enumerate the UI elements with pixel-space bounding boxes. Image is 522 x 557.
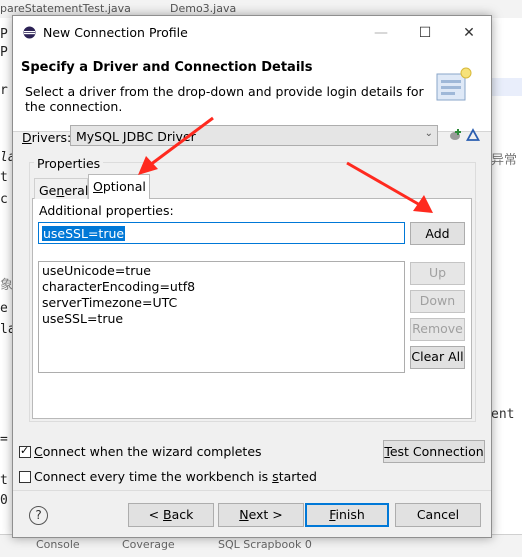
dialog-title: New Connection Profile: [43, 25, 188, 40]
line-highlight: [490, 78, 522, 96]
eclipse-icon: [23, 26, 36, 39]
code-fragment: r: [0, 83, 8, 98]
editor-tab[interactable]: pareStatementTest.java: [0, 2, 131, 15]
maximize-button[interactable]: ☐: [403, 16, 447, 49]
edit-driver-icon[interactable]: [466, 128, 480, 142]
code-fragment: P: [0, 27, 8, 42]
add-button[interactable]: Add: [410, 222, 465, 245]
list-item[interactable]: characterEncoding=utf8: [42, 279, 401, 295]
title-bar: New Connection Profile — ☐ ✕: [13, 16, 491, 49]
tab-general[interactable]: General: [34, 178, 88, 199]
code-fragment: e: [0, 301, 8, 316]
test-connection-button[interactable]: Test Connection: [383, 440, 485, 463]
chevron-down-icon: ⌄: [424, 128, 433, 139]
help-icon[interactable]: ?: [29, 506, 48, 525]
banner-description: Select a driver from the drop-down and p…: [25, 84, 424, 114]
view-tab-console[interactable]: Console: [36, 538, 80, 551]
footer-separator: [13, 490, 491, 491]
wizard-banner-icon: [436, 67, 472, 101]
connect-when-complete-checkbox[interactable]: Connect when the wizard completes: [19, 444, 262, 459]
list-item[interactable]: useUnicode=true: [42, 263, 401, 279]
clear-all-button[interactable]: Clear All: [410, 346, 465, 369]
new-driver-icon[interactable]: [448, 128, 462, 142]
remove-button[interactable]: Remove: [410, 318, 465, 341]
banner-heading: Specify a Driver and Connection Details: [21, 60, 313, 75]
drivers-label: Drivers:: [22, 130, 72, 145]
new-connection-profile-dialog: New Connection Profile — ☐ ✕ Specify a D…: [12, 15, 492, 538]
drivers-dropdown[interactable]: MySQL JDBC Driver ⌄: [70, 125, 438, 146]
properties-list[interactable]: useUnicode=true characterEncoding=utf8 s…: [38, 261, 405, 373]
back-button[interactable]: < Back: [128, 503, 214, 527]
additional-property-input[interactable]: useSSL=true: [38, 222, 405, 244]
code-fragment: t: [0, 473, 8, 488]
view-tab-sql-scrapbook[interactable]: SQL Scrapbook 0: [218, 538, 312, 551]
wizard-banner: Specify a Driver and Connection Details …: [13, 49, 491, 132]
down-button[interactable]: Down: [410, 290, 465, 313]
connect-every-time-checkbox[interactable]: Connect every time the workbench is star…: [19, 469, 317, 484]
tab-optional[interactable]: Optional: [88, 174, 150, 199]
view-tab-coverage[interactable]: Coverage: [122, 538, 175, 551]
list-item[interactable]: serverTimezone=UTC: [42, 295, 401, 311]
close-button[interactable]: ✕: [447, 16, 491, 49]
cancel-button[interactable]: Cancel: [395, 503, 481, 527]
input-selected-text: useSSL=true: [42, 226, 126, 241]
code-fragment: 异常: [491, 153, 518, 168]
checkbox-checked-icon[interactable]: [19, 444, 31, 458]
code-fragment: ent: [491, 407, 515, 422]
finish-button[interactable]: Finish: [305, 503, 389, 527]
additional-properties-label: Additional properties:: [39, 203, 174, 218]
code-fragment: 0: [0, 493, 8, 508]
editor-tab[interactable]: Demo3.java: [170, 2, 236, 15]
code-fragment: P: [0, 45, 8, 60]
code-fragment: t: [0, 170, 8, 185]
checkbox-unchecked-icon[interactable]: [19, 471, 31, 483]
up-button[interactable]: Up: [410, 262, 465, 285]
code-fragment: =: [0, 432, 8, 447]
properties-legend: Properties: [34, 156, 104, 171]
minimize-button[interactable]: —: [359, 16, 403, 49]
list-item[interactable]: useSSL=true: [42, 311, 401, 327]
code-fragment: c: [0, 192, 8, 207]
drivers-selected-value: MySQL JDBC Driver: [76, 129, 196, 144]
next-button[interactable]: Next >: [218, 503, 304, 527]
